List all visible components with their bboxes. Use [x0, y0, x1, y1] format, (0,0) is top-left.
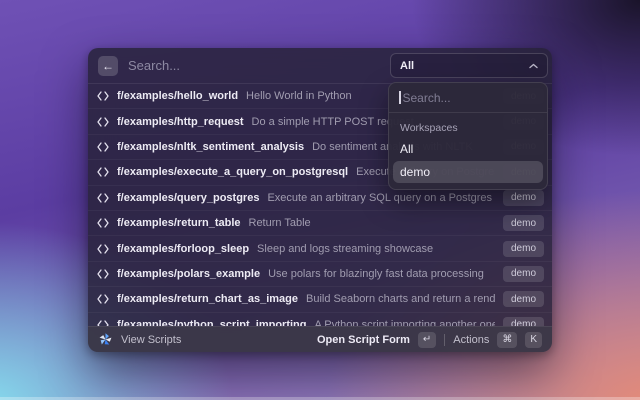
- code-icon: [97, 269, 109, 279]
- result-row[interactable]: f/examples/forloop_sleep Sleep and logs s…: [88, 236, 552, 262]
- workspace-select-value: All: [400, 59, 415, 72]
- text-caret: [399, 91, 401, 104]
- workspace-badge: demo: [502, 189, 544, 206]
- script-path: f/examples/nltk_sentiment_analysis: [117, 140, 305, 153]
- script-description: A Python script importing another one: [314, 318, 495, 326]
- result-row[interactable]: f/examples/return_table Return Table demo: [88, 211, 552, 237]
- workspace-select[interactable]: All: [390, 53, 548, 78]
- workspace-group-label: Workspaces: [400, 122, 458, 134]
- script-path: f/examples/python_script_importing: [117, 318, 307, 326]
- workspace-badge: demo: [502, 215, 544, 232]
- chevron-up-icon: [529, 63, 538, 69]
- workspace-search-wrap: [389, 83, 547, 113]
- script-path: f/examples/return_table: [117, 217, 241, 230]
- code-icon: [97, 193, 109, 203]
- code-icon: [97, 218, 109, 228]
- script-path: f/examples/return_chart_as_image: [117, 293, 298, 306]
- back-arrow-icon: ←: [102, 58, 114, 73]
- workspace-dropdown: Workspaces All demo: [388, 82, 548, 190]
- open-script-form-label[interactable]: Open Script Form: [317, 334, 410, 346]
- script-description: Return Table: [248, 217, 311, 230]
- script-path: f/examples/hello_world: [117, 90, 239, 103]
- script-path: f/examples/query_postgres: [117, 191, 260, 204]
- workspace-badge: demo: [502, 265, 544, 282]
- script-path: f/examples/polars_example: [117, 267, 261, 280]
- actions-label[interactable]: Actions: [453, 334, 489, 346]
- code-icon: [97, 167, 109, 178]
- result-row[interactable]: f/examples/python_script_importing A Pyth…: [88, 313, 552, 326]
- cmd-key-icon: ⌘: [497, 331, 518, 348]
- script-path: f/examples/http_request: [117, 115, 244, 128]
- workspace-badge: demo: [502, 291, 544, 308]
- workspace-option-demo[interactable]: demo: [393, 161, 543, 183]
- workspace-badge: demo: [502, 316, 544, 326]
- footer-divider: [444, 333, 446, 346]
- script-description: Sleep and logs streaming showcase: [257, 242, 434, 255]
- workspace-search-input[interactable]: [402, 90, 537, 105]
- script-description: Build Seaborn charts and return a render…: [305, 293, 495, 306]
- code-icon: [97, 142, 109, 152]
- back-button[interactable]: ←: [98, 55, 118, 76]
- code-icon: [97, 116, 109, 127]
- script-description: Execute an arbitrary SQL query on a Post…: [267, 191, 495, 204]
- code-icon: [97, 91, 109, 101]
- enter-key-icon: ↵: [417, 331, 437, 348]
- windmill-logo-icon: [98, 332, 113, 347]
- script-description: Use polars for blazingly fast data proce…: [268, 267, 484, 280]
- k-key-label: K: [525, 331, 542, 348]
- workspace-option-all[interactable]: All: [393, 138, 543, 160]
- modal-footer: View Scripts Open Script Form ↵ Actions …: [88, 326, 552, 352]
- workspace-badge: demo: [502, 240, 544, 257]
- result-row[interactable]: f/examples/polars_example Use polars for …: [88, 262, 552, 288]
- script-search-modal: ← All Workspaces All demo f/examples/hel…: [88, 48, 552, 352]
- code-icon: [97, 294, 109, 304]
- script-path: f/examples/forloop_sleep: [117, 242, 250, 255]
- result-row[interactable]: f/examples/return_chart_as_image Build Se…: [88, 287, 552, 313]
- script-path: f/examples/execute_a_query_on_postgresql: [117, 166, 349, 179]
- footer-view-label: View Scripts: [121, 333, 182, 346]
- code-icon: [97, 243, 109, 254]
